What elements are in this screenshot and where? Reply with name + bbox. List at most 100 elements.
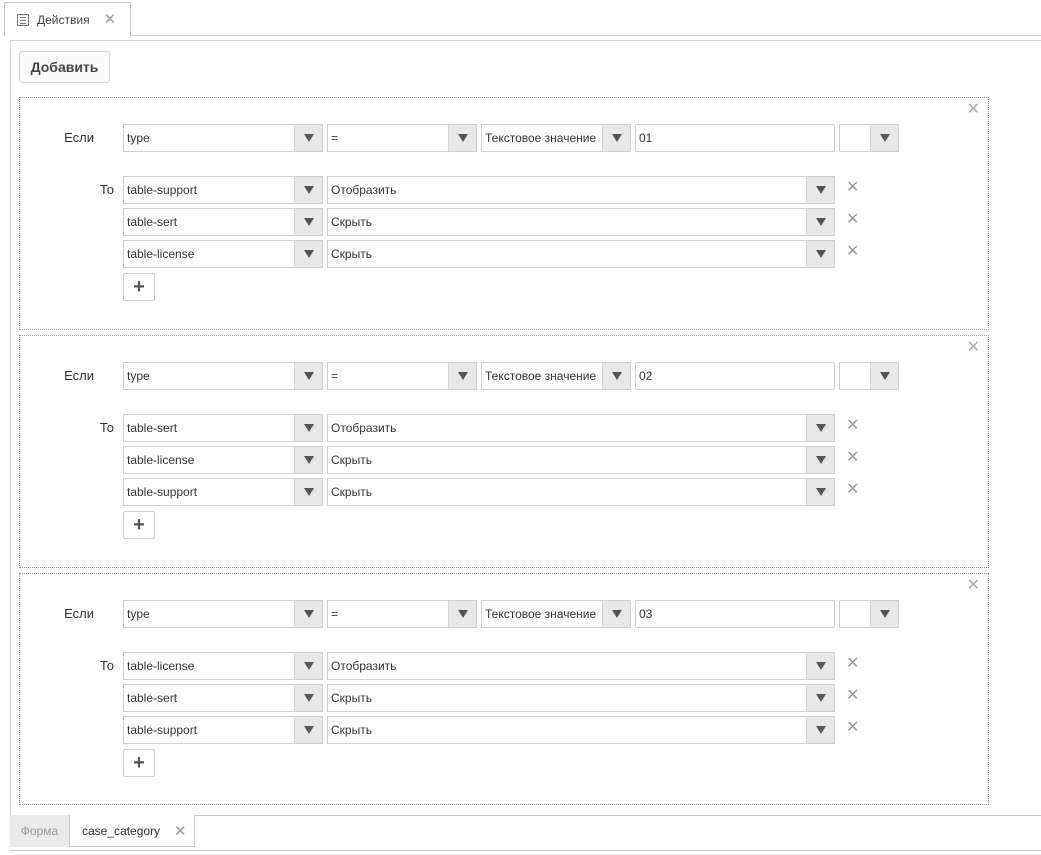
add-action-button[interactable]: + xyxy=(123,749,155,777)
condition-extra-select[interactable] xyxy=(839,124,899,152)
dropdown-arrow-icon[interactable] xyxy=(448,363,476,389)
condition-field-select[interactable]: type xyxy=(123,362,323,390)
dropdown-arrow-icon[interactable] xyxy=(602,125,630,151)
condition-value-type-select[interactable]: Текстовое значение xyxy=(481,124,631,152)
dropdown-arrow-icon[interactable] xyxy=(806,685,834,711)
condition-field-select[interactable]: type xyxy=(123,600,323,628)
dropdown-arrow-icon[interactable] xyxy=(294,685,322,711)
action-type-select[interactable]: Отобразить xyxy=(327,176,835,204)
dropdown-arrow-icon[interactable] xyxy=(294,447,322,473)
action-target-select[interactable]: table-license xyxy=(123,652,323,680)
action-type-select[interactable]: Скрыть xyxy=(327,240,835,268)
dropdown-arrow-icon[interactable] xyxy=(294,415,322,441)
condition-value-input[interactable]: 01 xyxy=(635,124,835,152)
action-type-select[interactable]: Отобразить xyxy=(327,652,835,680)
remove-rule-icon[interactable]: ✕ xyxy=(967,340,980,356)
remove-action-icon[interactable]: ✕ xyxy=(846,476,859,504)
action-target-select[interactable]: table-license xyxy=(123,240,323,268)
condition-value-text: 01 xyxy=(639,131,653,145)
add-action-button[interactable]: + xyxy=(123,273,155,301)
top-tab-bar: Действия ✕ xyxy=(0,0,1041,36)
condition-value-input[interactable]: 03 xyxy=(635,600,835,628)
condition-operator-value: = xyxy=(331,369,339,383)
action-target-select[interactable]: table-support xyxy=(123,716,323,744)
condition-value-type-select[interactable]: Текстовое значение xyxy=(481,362,631,390)
action-type-value: Скрыть xyxy=(331,691,372,705)
bottom-border xyxy=(10,850,1041,851)
remove-action-icon[interactable]: ✕ xyxy=(846,650,859,678)
add-action-button[interactable]: + xyxy=(123,511,155,539)
action-target-select[interactable]: table-support xyxy=(123,176,323,204)
remove-rule-icon[interactable]: ✕ xyxy=(967,578,980,594)
action-type-value: Отобразить xyxy=(331,421,397,435)
dropdown-arrow-icon[interactable] xyxy=(294,363,322,389)
remove-action-icon[interactable]: ✕ xyxy=(846,682,859,710)
dropdown-arrow-icon[interactable] xyxy=(602,363,630,389)
dropdown-arrow-icon[interactable] xyxy=(806,177,834,203)
condition-extra-select[interactable] xyxy=(839,600,899,628)
dropdown-arrow-icon[interactable] xyxy=(448,125,476,151)
dropdown-arrow-icon[interactable] xyxy=(870,601,898,627)
condition-operator-select[interactable]: = xyxy=(327,124,477,152)
if-label: Если xyxy=(64,368,94,383)
dropdown-arrow-icon[interactable] xyxy=(294,479,322,505)
action-type-select[interactable]: Скрыть xyxy=(327,684,835,712)
condition-value-input[interactable]: 02 xyxy=(635,362,835,390)
dropdown-arrow-icon[interactable] xyxy=(806,415,834,441)
tab-form[interactable]: Форма xyxy=(10,815,69,847)
dropdown-arrow-icon[interactable] xyxy=(294,653,322,679)
remove-action-icon[interactable]: ✕ xyxy=(846,174,859,202)
remove-action-icon[interactable]: ✕ xyxy=(846,714,859,742)
action-target-value: table-support xyxy=(127,723,198,737)
action-target-select[interactable]: table-support xyxy=(123,478,323,506)
action-type-select[interactable]: Отобразить xyxy=(327,414,835,442)
action-type-select[interactable]: Скрыть xyxy=(327,208,835,236)
dropdown-arrow-icon[interactable] xyxy=(806,447,834,473)
condition-operator-select[interactable]: = xyxy=(327,600,477,628)
dropdown-arrow-icon[interactable] xyxy=(806,241,834,267)
if-label: Если xyxy=(64,130,94,145)
dropdown-arrow-icon[interactable] xyxy=(294,125,322,151)
dropdown-arrow-icon[interactable] xyxy=(294,177,322,203)
tab-form-label: Форма xyxy=(20,824,59,838)
condition-value-type-select[interactable]: Текстовое значение xyxy=(481,600,631,628)
remove-action-icon[interactable]: ✕ xyxy=(846,444,859,472)
condition-field-select[interactable]: type xyxy=(123,124,323,152)
remove-action-icon[interactable]: ✕ xyxy=(846,412,859,440)
dropdown-arrow-icon[interactable] xyxy=(806,717,834,743)
add-rule-button[interactable]: Добавить xyxy=(19,51,110,83)
dropdown-arrow-icon[interactable] xyxy=(870,125,898,151)
action-target-select[interactable]: table-license xyxy=(123,446,323,474)
dropdown-arrow-icon[interactable] xyxy=(294,717,322,743)
action-target-select[interactable]: table-sert xyxy=(123,414,323,442)
dropdown-arrow-icon[interactable] xyxy=(806,653,834,679)
dropdown-arrow-icon[interactable] xyxy=(448,601,476,627)
close-tab-icon[interactable]: ✕ xyxy=(174,822,187,840)
dropdown-arrow-icon[interactable] xyxy=(602,601,630,627)
condition-operator-value: = xyxy=(331,131,339,145)
tab-case-category[interactable]: case_category ✕ xyxy=(69,815,195,847)
dropdown-arrow-icon[interactable] xyxy=(806,479,834,505)
action-target-value: table-support xyxy=(127,485,198,499)
remove-action-icon[interactable]: ✕ xyxy=(846,238,859,266)
dropdown-arrow-icon[interactable] xyxy=(870,363,898,389)
rule-block: ✕ Если type = Текстовое значение 01 То t… xyxy=(19,97,989,330)
action-target-select[interactable]: table-sert xyxy=(123,684,323,712)
dropdown-arrow-icon[interactable] xyxy=(806,209,834,235)
dropdown-arrow-icon[interactable] xyxy=(294,241,322,267)
action-target-select[interactable]: table-sert xyxy=(123,208,323,236)
action-type-select[interactable]: Скрыть xyxy=(327,478,835,506)
dropdown-arrow-icon[interactable] xyxy=(294,601,322,627)
rule-block: ✕ Если type = Текстовое значение 03 То t… xyxy=(19,573,989,805)
condition-field-value: type xyxy=(127,131,150,145)
condition-extra-select[interactable] xyxy=(839,362,899,390)
remove-rule-icon[interactable]: ✕ xyxy=(967,102,980,118)
close-tab-icon[interactable]: ✕ xyxy=(104,12,117,27)
remove-action-icon[interactable]: ✕ xyxy=(846,206,859,234)
dropdown-arrow-icon[interactable] xyxy=(294,209,322,235)
tab-actions[interactable]: Действия ✕ xyxy=(4,2,131,36)
action-type-value: Отобразить xyxy=(331,183,397,197)
action-type-select[interactable]: Скрыть xyxy=(327,446,835,474)
condition-operator-select[interactable]: = xyxy=(327,362,477,390)
action-type-select[interactable]: Скрыть xyxy=(327,716,835,744)
